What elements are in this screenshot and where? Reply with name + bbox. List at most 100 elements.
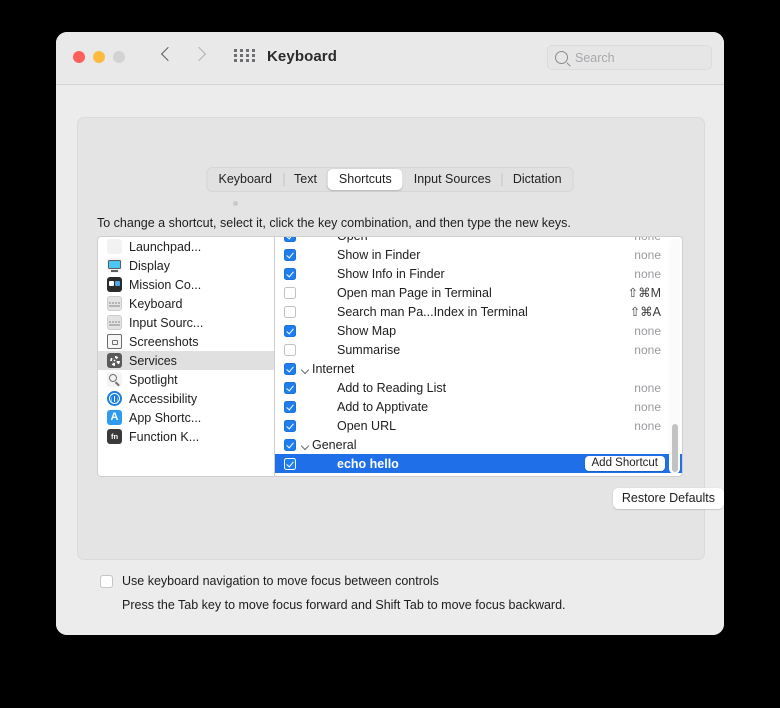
forward-chevron-icon[interactable]: [193, 46, 204, 64]
instruction-text: To change a shortcut, select it, click t…: [97, 216, 571, 230]
sidebar-item-input-sources[interactable]: Input Sourc...: [98, 313, 274, 332]
shortcut-list-viewport: Open none Show in Finder none Show Info: [275, 237, 682, 476]
row-checkbox[interactable]: [284, 248, 296, 261]
row-checkbox[interactable]: [284, 267, 296, 280]
row-shortcut[interactable]: ⇧⌘M: [628, 285, 661, 300]
sidebar-item-label: Spotlight: [129, 372, 178, 387]
display-icon: [107, 258, 122, 273]
row-checkbox[interactable]: [284, 286, 296, 299]
services-gear-icon: [107, 353, 122, 368]
shortcut-list[interactable]: Open none Show in Finder none Show Info: [275, 236, 683, 477]
launchpad-icon: [107, 239, 122, 254]
row-checkbox[interactable]: [284, 381, 296, 394]
row-checkbox[interactable]: [284, 324, 296, 337]
sidebar-item-label: Input Sourc...: [129, 315, 204, 330]
sidebar-item-screenshots[interactable]: Screenshots: [98, 332, 274, 351]
screen: Keyboard Keyboard Text Shortcuts Input S…: [0, 0, 780, 708]
row-shortcut[interactable]: none: [634, 237, 661, 243]
sidebar-item-label: Accessibility: [129, 391, 198, 406]
row-checkbox[interactable]: [284, 457, 296, 470]
search-field[interactable]: [547, 45, 712, 70]
row-checkbox[interactable]: [284, 362, 296, 375]
pane-divider-handle[interactable]: [233, 201, 238, 206]
sidebar-item-function-keys[interactable]: Function K...: [98, 427, 274, 446]
row-shortcut[interactable]: none: [634, 419, 661, 433]
row-checkbox[interactable]: [284, 438, 296, 451]
show-all-grid-icon[interactable]: [234, 49, 255, 62]
row-checkbox[interactable]: [284, 343, 296, 356]
fn-key-icon: [107, 429, 122, 444]
close-button[interactable]: [73, 51, 85, 63]
table-row[interactable]: Show Info in Finder none: [275, 264, 682, 283]
row-label: Open: [337, 237, 368, 243]
keyboard-navigation-note: Press the Tab key to move focus forward …: [122, 598, 566, 612]
sidebar-item-label: Mission Co...: [129, 277, 202, 292]
shortcuts-lists: Launchpad... Display Mission Co... Keybo…: [97, 236, 683, 477]
table-group-row[interactable]: General: [275, 435, 682, 454]
sidebar-item-label: Launchpad...: [129, 239, 202, 254]
zoom-button[interactable]: [113, 51, 125, 63]
row-shortcut[interactable]: none: [634, 400, 661, 414]
sidebar-item-launchpad[interactable]: Launchpad...: [98, 237, 274, 256]
row-checkbox[interactable]: [284, 400, 296, 413]
shortcut-list-scrollbar[interactable]: [669, 239, 680, 474]
sidebar-item-display[interactable]: Display: [98, 256, 274, 275]
keyboard-navigation-label: Use keyboard navigation to move focus be…: [122, 574, 439, 588]
row-label: Search man Pa...Index in Terminal: [337, 304, 528, 319]
row-label: Add to Reading List: [337, 380, 447, 395]
row-shortcut[interactable]: none: [634, 324, 661, 338]
keyboard-navigation-checkbox[interactable]: [100, 574, 113, 588]
sidebar-item-services[interactable]: Services: [98, 351, 274, 370]
table-row[interactable]: Add to Apptivate none: [275, 397, 682, 416]
tab-keyboard[interactable]: Keyboard: [207, 169, 283, 190]
keyboard-preferences-window: Keyboard Keyboard Text Shortcuts Input S…: [56, 32, 724, 635]
row-shortcut[interactable]: none: [634, 267, 661, 281]
table-row[interactable]: Show Map none: [275, 321, 682, 340]
search-input[interactable]: [573, 46, 707, 69]
row-checkbox[interactable]: [284, 305, 296, 318]
scrollbar-thumb[interactable]: [671, 424, 678, 472]
table-group-row[interactable]: Internet: [275, 359, 682, 378]
row-shortcut[interactable]: none: [634, 381, 661, 395]
table-row[interactable]: Open none: [275, 237, 682, 245]
table-row[interactable]: Open man Page in Terminal ⇧⌘M: [275, 283, 682, 302]
tab-dictation[interactable]: Dictation: [501, 169, 573, 190]
sidebar-item-accessibility[interactable]: Accessibility: [98, 389, 274, 408]
add-shortcut-button[interactable]: Add Shortcut: [584, 456, 665, 471]
category-sidebar[interactable]: Launchpad... Display Mission Co... Keybo…: [97, 236, 275, 477]
screenshots-icon: [107, 334, 122, 349]
table-row-selected[interactable]: echo hello Add Shortcut: [275, 454, 682, 473]
shortcut-rows: Open none Show in Finder none Show Info: [275, 237, 682, 473]
table-row[interactable]: Open URL none: [275, 416, 682, 435]
row-label: Add to Apptivate: [337, 399, 429, 414]
table-row[interactable]: Summarise none: [275, 340, 682, 359]
table-row[interactable]: Search man Pa...Index in Terminal ⇧⌘A: [275, 302, 682, 321]
app-store-icon: [107, 410, 122, 425]
tab-input-sources[interactable]: Input Sources: [403, 169, 502, 190]
tab-shortcuts[interactable]: Shortcuts: [327, 169, 403, 190]
sidebar-item-mission-control[interactable]: Mission Co...: [98, 275, 274, 294]
row-checkbox[interactable]: [284, 419, 296, 432]
row-label: Open man Page in Terminal: [337, 285, 492, 300]
search-icon: [555, 50, 568, 64]
table-row[interactable]: Show in Finder none: [275, 245, 682, 264]
row-checkbox[interactable]: [284, 237, 296, 242]
tab-text[interactable]: Text: [282, 169, 328, 190]
window-body: Keyboard Text Shortcuts Input Sources Di…: [56, 85, 724, 635]
table-row[interactable]: Add to Reading List none: [275, 378, 682, 397]
sidebar-item-keyboard[interactable]: Keyboard: [98, 294, 274, 313]
back-chevron-icon[interactable]: [162, 46, 173, 64]
row-label: Open URL: [337, 418, 397, 433]
sidebar-item-label: App Shortc...: [129, 410, 202, 425]
row-shortcut[interactable]: ⇧⌘A: [630, 304, 661, 319]
sidebar-item-label: Function K...: [129, 429, 200, 444]
keyboard-navigation-option[interactable]: Use keyboard navigation to move focus be…: [100, 574, 439, 588]
minimize-button[interactable]: [93, 51, 105, 63]
window-titlebar: Keyboard: [56, 32, 724, 85]
input-sources-icon: [107, 315, 122, 330]
sidebar-item-app-shortcuts[interactable]: App Shortc...: [98, 408, 274, 427]
sidebar-item-spotlight[interactable]: Spotlight: [98, 370, 274, 389]
restore-defaults-button[interactable]: Restore Defaults: [612, 488, 724, 509]
row-shortcut[interactable]: none: [634, 248, 661, 262]
row-shortcut[interactable]: none: [634, 343, 661, 357]
